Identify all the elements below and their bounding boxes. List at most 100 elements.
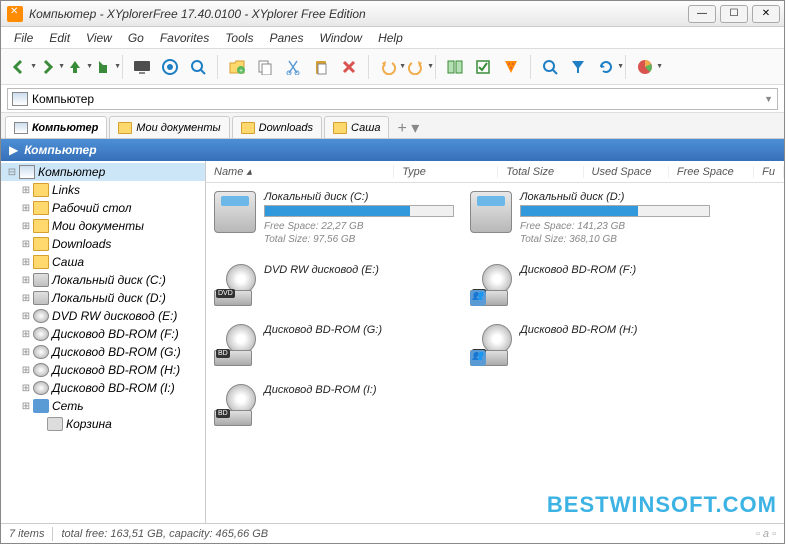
menu-edit[interactable]: Edit (42, 29, 77, 47)
drive-item[interactable]: BDДисковод BD-ROM (I:) (214, 384, 454, 426)
menu-file[interactable]: File (7, 29, 40, 47)
drive-item[interactable]: BDДисковод BD-ROM (G:) (214, 324, 454, 366)
drive-item[interactable]: Локальный диск (D:)Free Space: 141,23 GB… (470, 191, 710, 246)
menu-tools[interactable]: Tools (218, 29, 260, 47)
tab-1[interactable]: Мои документы (109, 116, 229, 138)
tab-3[interactable]: Саша (324, 116, 389, 138)
tree-label: Дисковод BD-ROM (H:) (52, 363, 180, 377)
folder-icon (118, 122, 132, 134)
tree-item[interactable]: ⊞Саша (1, 253, 205, 271)
tree-item[interactable]: ⊞ Рабочий стол (1, 199, 205, 217)
delete-button[interactable] (337, 55, 361, 79)
disc-icon (33, 381, 49, 395)
tree-label: Сеть (52, 399, 84, 413)
drive-icon (33, 291, 49, 305)
back-button[interactable]: ▼ (7, 55, 31, 79)
expand-icon[interactable]: ⊞ (19, 401, 33, 412)
drive-item[interactable]: Локальный диск (C:)Free Space: 22,27 GBT… (214, 191, 454, 246)
menu-go[interactable]: Go (121, 29, 151, 47)
menu-window[interactable]: Window (312, 29, 369, 47)
close-button[interactable]: ✕ (752, 5, 780, 23)
panes-button[interactable] (443, 55, 467, 79)
column-header[interactable]: Fu (754, 166, 784, 178)
redo-button[interactable]: ▼ (404, 55, 428, 79)
pc-icon (14, 122, 28, 134)
menu-view[interactable]: View (79, 29, 119, 47)
tree-label: Рабочий стол (52, 201, 132, 215)
drive-item[interactable]: BD👥Дисковод BD-ROM (H:) (470, 324, 710, 366)
tree-item[interactable]: ⊞Мои документы (1, 217, 205, 235)
disc-icon (33, 327, 49, 341)
copy-button[interactable] (253, 55, 277, 79)
content-panel: Name ▴TypeTotal SizeUsed SpaceFree Space… (206, 161, 784, 523)
forward-button[interactable]: ▼ (35, 55, 59, 79)
tree-item[interactable]: ⊞ Сеть (1, 397, 205, 415)
drive-item[interactable]: BD👥Дисковод BD-ROM (F:) (470, 264, 710, 306)
expand-icon[interactable]: ⊞ (19, 293, 33, 304)
refresh-button[interactable]: ▼ (594, 55, 618, 79)
minimize-button[interactable]: — (688, 5, 716, 23)
paste-button[interactable] (309, 55, 333, 79)
tree-item[interactable]: ⊞Дисковод BD-ROM (I:) (1, 379, 205, 397)
disc-icon: BD (214, 324, 256, 366)
desktop-icon[interactable] (130, 55, 154, 79)
expand-icon[interactable]: ⊞ (19, 203, 33, 214)
tab-0[interactable]: Компьютер (5, 116, 107, 138)
tree-item[interactable]: ⊟Компьютер (1, 163, 205, 181)
expand-icon[interactable]: ⊞ (19, 275, 33, 286)
expand-icon[interactable]: ⊞ (19, 221, 33, 232)
breadcrumb[interactable]: ▶ Компьютер (1, 139, 784, 161)
column-header[interactable]: Name ▴ (206, 165, 394, 178)
checkbox-button[interactable] (471, 55, 495, 79)
menu-help[interactable]: Help (371, 29, 410, 47)
tree-item[interactable]: Корзина (1, 415, 205, 433)
target-icon[interactable] (158, 55, 182, 79)
up-button[interactable]: ▼ (63, 55, 87, 79)
tree-item[interactable]: ⊞Дисковод BD-ROM (F:) (1, 325, 205, 343)
expand-icon[interactable]: ⊟ (5, 167, 19, 178)
cut-button[interactable] (281, 55, 305, 79)
tree-label: Корзина (66, 417, 112, 431)
tree-item[interactable]: ⊞Links (1, 181, 205, 199)
expand-icon[interactable]: ⊞ (19, 239, 33, 250)
drive-item[interactable]: DVDDVD RW дисковод (E:) (214, 264, 454, 306)
column-header[interactable]: Free Space (669, 166, 754, 178)
undo-button[interactable]: ▼ (376, 55, 400, 79)
tab-2[interactable]: Downloads (232, 116, 322, 138)
folder-icon (241, 122, 255, 134)
column-header[interactable]: Used Space (584, 166, 669, 178)
expand-icon[interactable]: ⊞ (19, 347, 33, 358)
column-header[interactable]: Type (394, 166, 498, 178)
pizza-icon[interactable] (499, 55, 523, 79)
tree-item[interactable]: ⊞Дисковод BD-ROM (G:) (1, 343, 205, 361)
tree-item[interactable]: ⊞Downloads (1, 235, 205, 253)
address-bar: Компьютер ▼ (1, 85, 784, 113)
menu-panes[interactable]: Panes (262, 29, 310, 47)
search-button[interactable] (538, 55, 562, 79)
tree-item[interactable]: ⊞ Дисковод BD-ROM (H:) (1, 361, 205, 379)
address-input[interactable]: Компьютер ▼ (7, 88, 778, 110)
maximize-button[interactable]: ☐ (720, 5, 748, 23)
column-header[interactable]: Total Size (498, 166, 583, 178)
expand-icon[interactable]: ⊞ (19, 311, 33, 322)
tree-item[interactable]: ⊞Локальный диск (D:) (1, 289, 205, 307)
expand-icon[interactable]: ⊞ (19, 329, 33, 340)
hdd-icon (470, 191, 512, 233)
expand-icon[interactable]: ⊞ (19, 185, 33, 196)
expand-icon[interactable]: ⊞ (19, 365, 33, 376)
zoom-icon[interactable] (186, 55, 210, 79)
expand-icon[interactable]: ⊞ (19, 257, 33, 268)
recent-button[interactable]: ▼ (91, 55, 115, 79)
menu-favorites[interactable]: Favorites (153, 29, 216, 47)
expand-icon[interactable]: ⊞ (19, 383, 33, 394)
computer-icon (12, 92, 28, 106)
address-text: Компьютер (32, 92, 94, 106)
tree-item[interactable]: ⊞Локальный диск (C:) (1, 271, 205, 289)
items-area[interactable]: Локальный диск (C:)Free Space: 22,27 GBT… (206, 183, 784, 523)
filter-button[interactable] (566, 55, 590, 79)
tab-add-button[interactable]: + ▾ (391, 118, 425, 138)
chart-button[interactable]: ▼ (633, 55, 657, 79)
new-folder-button[interactable]: + (225, 55, 249, 79)
tab-label: Downloads (259, 122, 313, 134)
tree-item[interactable]: ⊞DVD RW дисковод (E:) (1, 307, 205, 325)
